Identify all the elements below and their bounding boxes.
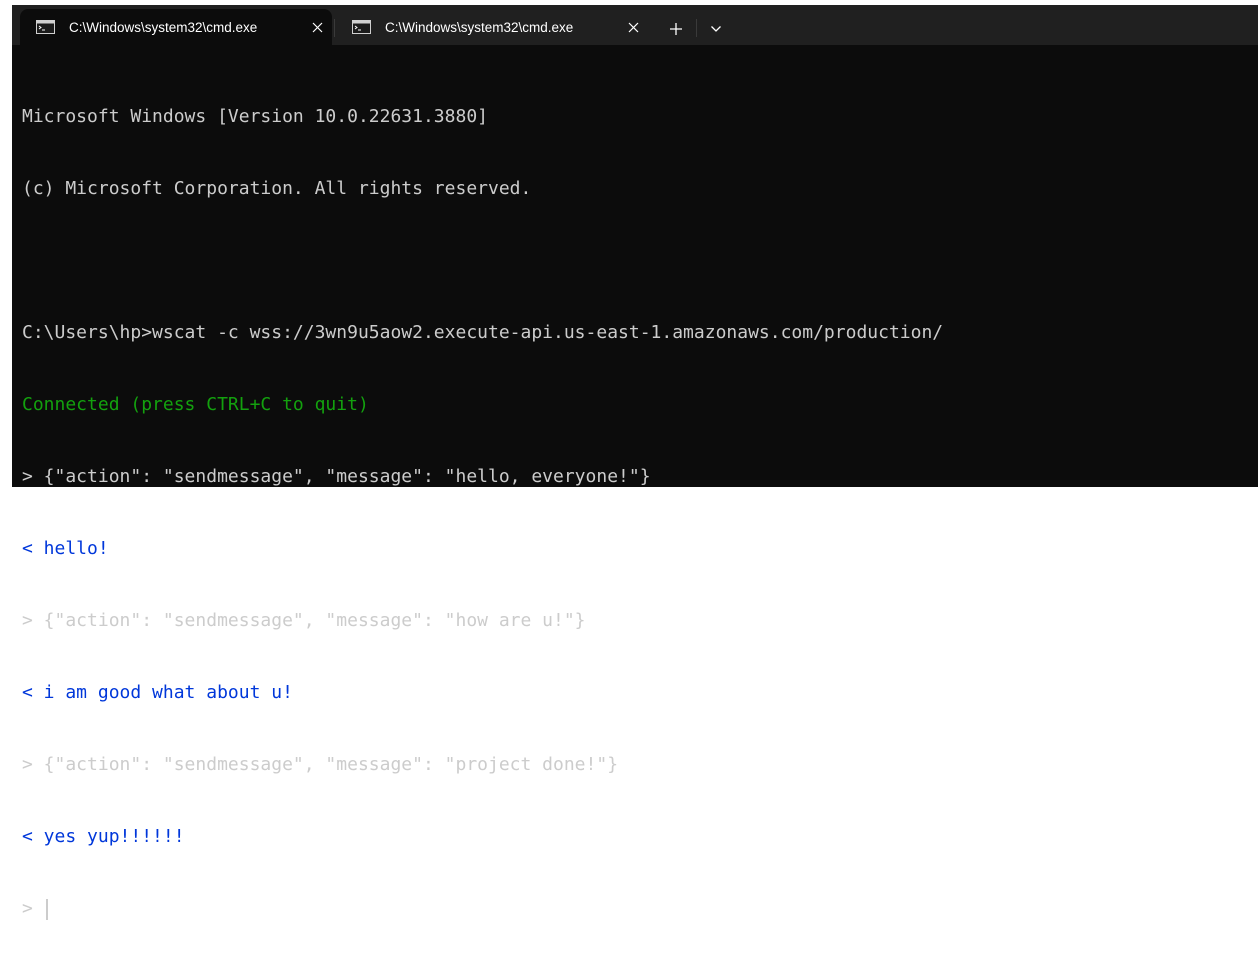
plus-icon	[670, 23, 682, 35]
tab-divider	[334, 19, 335, 37]
prompt-symbol: >	[22, 898, 33, 919]
new-tab-button[interactable]	[660, 15, 692, 43]
cmd-icon	[36, 20, 55, 34]
chevron-down-icon	[711, 26, 721, 32]
cmd-icon	[352, 20, 371, 34]
tab-divider	[696, 19, 697, 37]
tab-title: C:\Windows\system32\cmd.exe	[385, 19, 574, 35]
text-cursor	[45, 898, 48, 920]
terminal-line: > {"action": "sendmessage", "message": "…	[22, 754, 619, 775]
terminal-line: Connected (press CTRL+C to quit)	[22, 394, 369, 415]
tab-title: C:\Windows\system32\cmd.exe	[69, 19, 258, 35]
terminal-line: C:\Users\hp>wscat -c wss://3wn9u5aow2.ex…	[22, 322, 944, 343]
tab-bar: C:\Windows\system32\cmd.exe C:\Windows\s…	[12, 5, 1258, 45]
terminal-line: Microsoft Windows [Version 10.0.22631.38…	[22, 106, 488, 127]
tab-cmd-2[interactable]: C:\Windows\system32\cmd.exe	[336, 9, 649, 45]
terminal-window: C:\Windows\system32\cmd.exe C:\Windows\s…	[12, 5, 1258, 920]
tab-cmd-1[interactable]: C:\Windows\system32\cmd.exe	[20, 9, 332, 45]
close-icon[interactable]	[307, 17, 327, 37]
terminal-line: (c) Microsoft Corporation. All rights re…	[22, 178, 532, 199]
terminal-line: < i am good what about u!	[22, 682, 293, 703]
terminal-line: > {"action": "sendmessage", "message": "…	[22, 610, 586, 631]
terminal-line: < hello!	[22, 538, 109, 559]
prompt-line[interactable]: >	[22, 897, 1252, 921]
tab-dropdown-button[interactable]	[702, 15, 730, 43]
terminal-line: > {"action": "sendmessage", "message": "…	[22, 466, 651, 487]
terminal-output[interactable]: Microsoft Windows [Version 10.0.22631.38…	[22, 57, 1252, 920]
terminal-line: < yes yup!!!!!!	[22, 826, 185, 847]
close-icon[interactable]	[623, 17, 643, 37]
